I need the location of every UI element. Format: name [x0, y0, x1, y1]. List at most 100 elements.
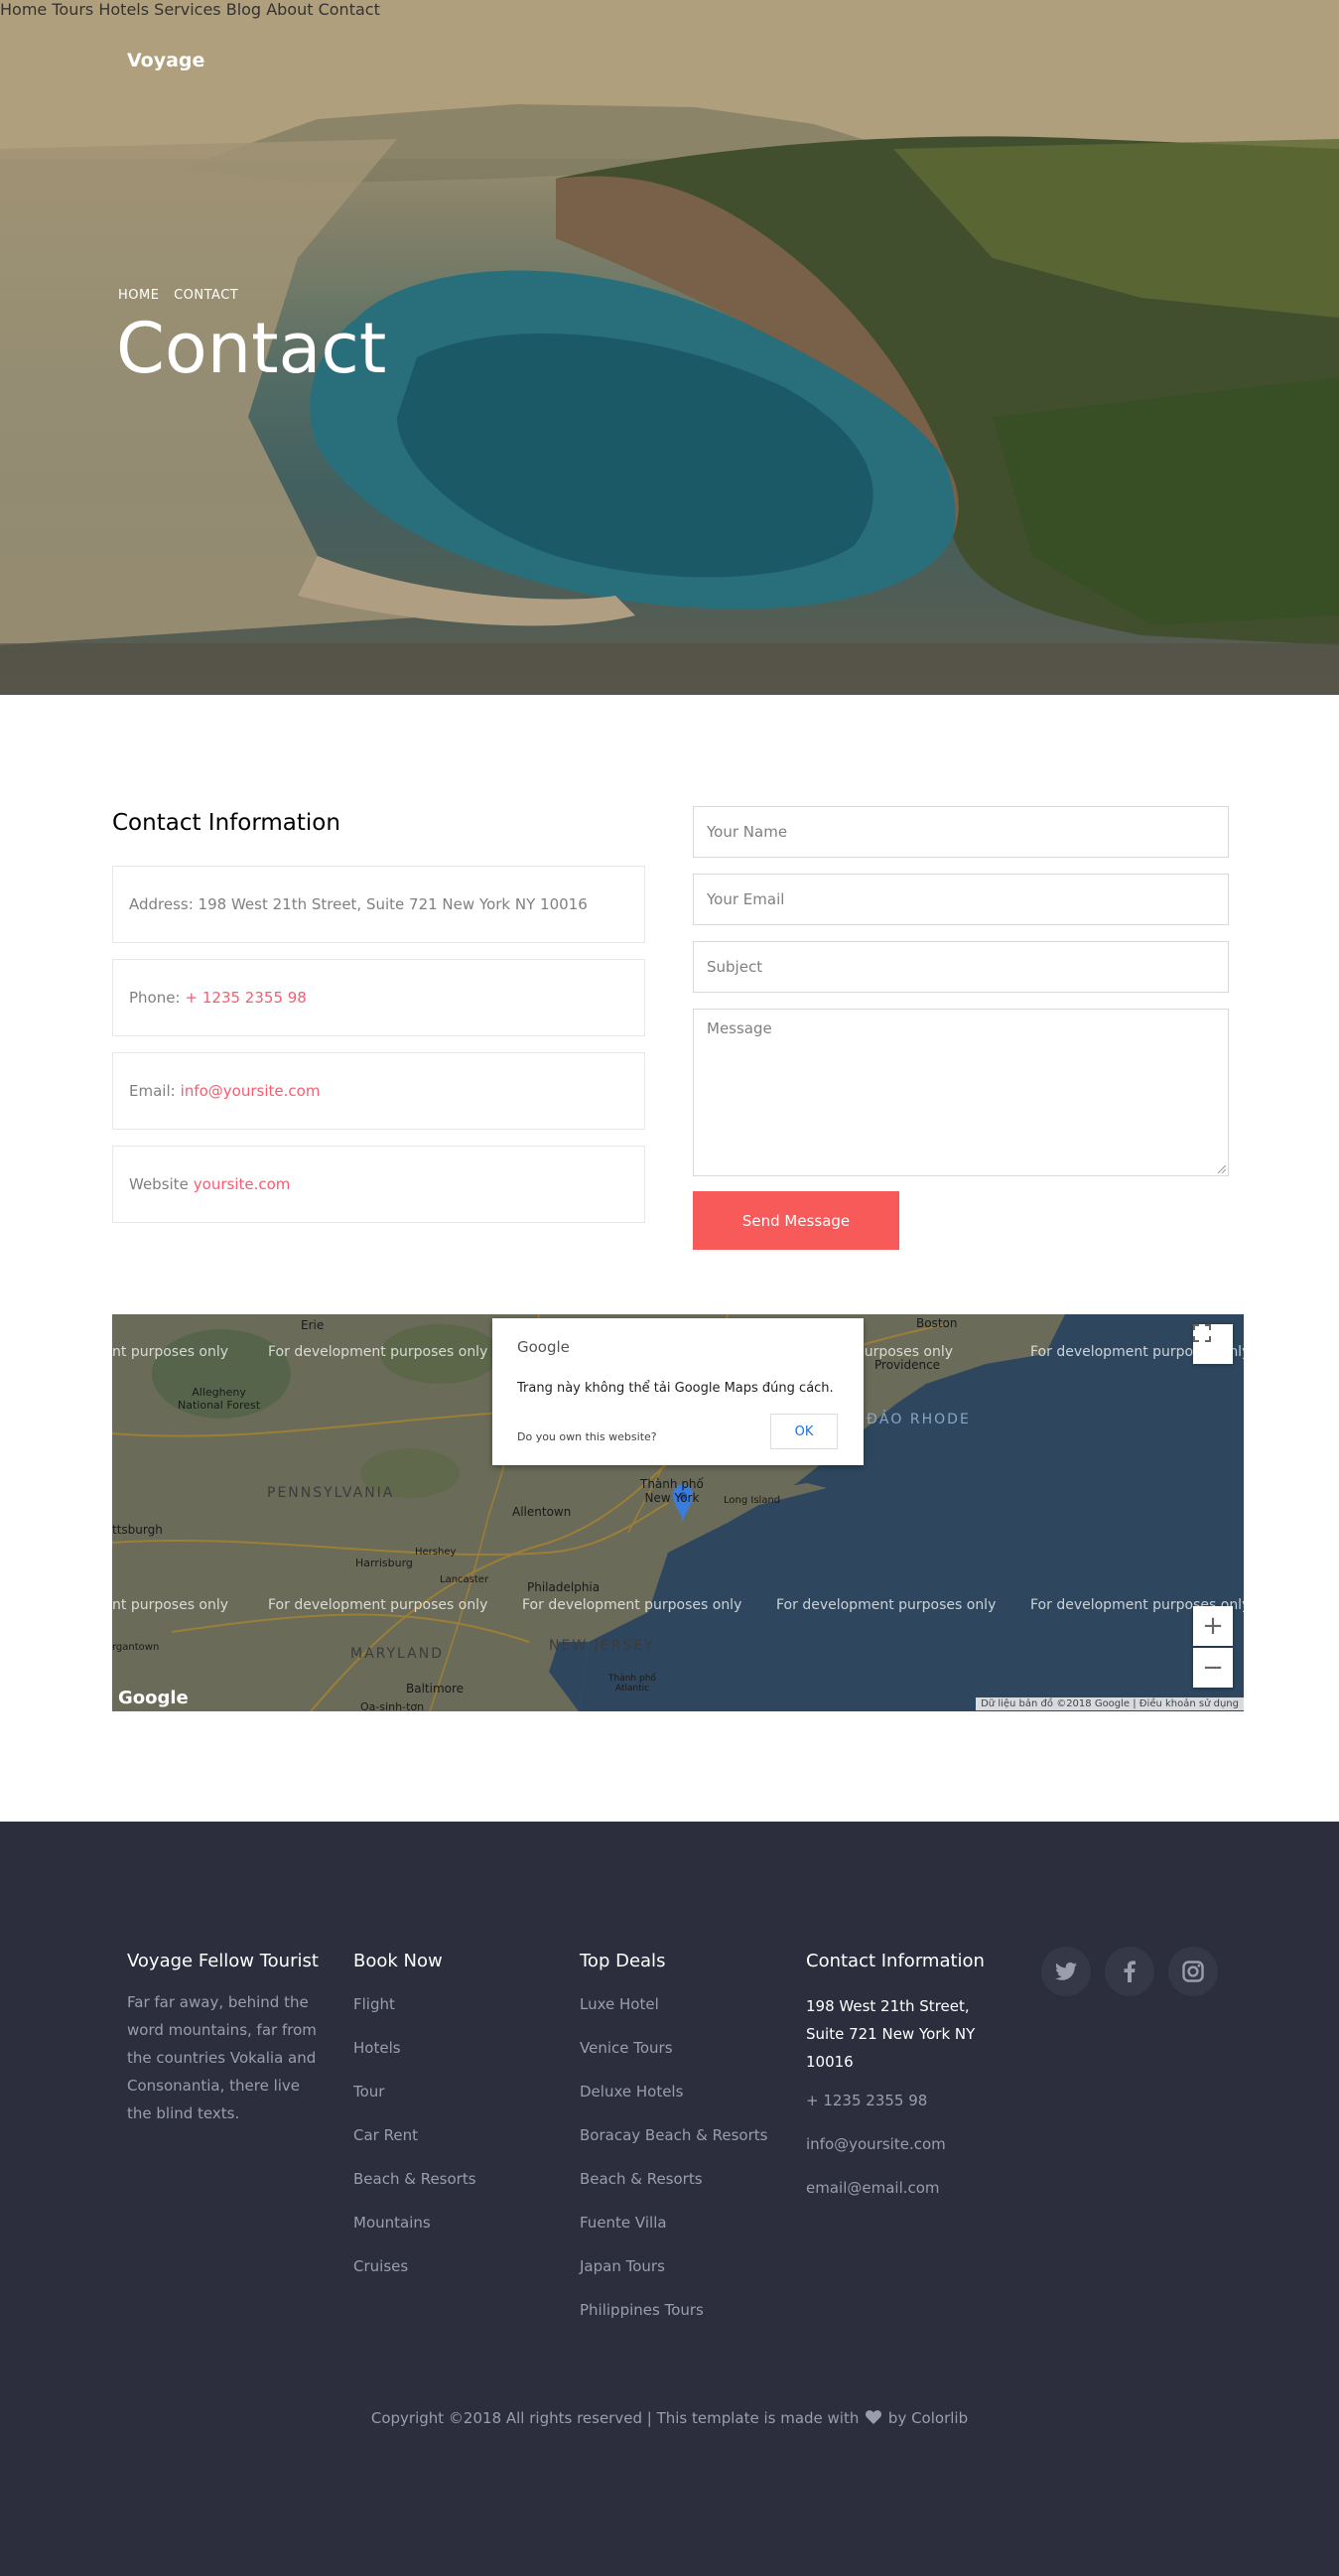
map-label-new-jersey: NEW JERSEY: [549, 1638, 655, 1654]
map-label-long-island: Long Island: [724, 1495, 781, 1506]
email-label: Email:: [129, 1082, 176, 1100]
footer-top-deals-title: Top Deals: [580, 1951, 666, 1971]
footer-email-link-2[interactable]: email@email.com: [806, 2179, 940, 2197]
website-label: Website: [129, 1175, 189, 1193]
footer-link-hotels[interactable]: Hotels: [353, 2039, 401, 2057]
copyright: Copyright ©2018 All rights reserved | Th…: [0, 2409, 1339, 2427]
footer-link-mountains[interactable]: Mountains: [353, 2214, 431, 2232]
dev-watermark: For development purposes only: [776, 1597, 997, 1613]
nav-item-services[interactable]: Services: [154, 0, 220, 19]
footer-link-beach-resorts-2[interactable]: Beach & Resorts: [580, 2170, 703, 2188]
dialog-message: Trang này không thể tải Google Maps đúng…: [517, 1381, 834, 1396]
page-title: Contact: [116, 308, 387, 389]
nav-item-blog[interactable]: Blog: [226, 0, 261, 19]
footer-link-deluxe-hotels[interactable]: Deluxe Hotels: [580, 2083, 683, 2101]
dev-watermark: nt purposes only: [112, 1597, 229, 1613]
nav-item-hotels[interactable]: Hotels: [98, 0, 149, 19]
footer-contact-title: Contact Information: [806, 1951, 985, 1971]
dev-watermark: For development purposes only: [268, 1344, 488, 1360]
zoom-out-button[interactable]: −: [1193, 1648, 1233, 1688]
dialog-ok-button[interactable]: OK: [770, 1414, 838, 1449]
map-label-new-york: Thành phố New York: [640, 1477, 704, 1505]
map-label-erie: Erie: [301, 1318, 325, 1332]
nav-item-home[interactable]: Home: [0, 0, 47, 19]
breadcrumb-home[interactable]: HOME: [118, 288, 159, 303]
dialog-own-site-link[interactable]: Do you own this website?: [517, 1430, 657, 1443]
email-placeholder: Your Email: [707, 890, 785, 908]
footer-link-beach-resorts[interactable]: Beach & Resorts: [353, 2170, 476, 2188]
footer-email-link[interactable]: info@yoursite.com: [806, 2135, 946, 2153]
instagram-icon: [1182, 1961, 1204, 1982]
phone-link[interactable]: + 1235 2355 98: [186, 989, 307, 1007]
dev-watermark: nt purposes only: [112, 1344, 229, 1360]
footer-link-car-rent[interactable]: Car Rent: [353, 2126, 418, 2144]
map-label-rhode-island: ĐẢO RHODE: [867, 1412, 971, 1427]
map-label-maryland: MARYLAND: [350, 1646, 444, 1662]
nav-item-about[interactable]: About: [266, 0, 313, 19]
website-link[interactable]: yoursite.com: [194, 1175, 291, 1193]
email-input[interactable]: Your Email: [693, 874, 1229, 925]
map-label-washington: Oa-sinh-tơn: [360, 1700, 425, 1711]
map-attribution[interactable]: Dữ liệu bản đồ ©2018 Google | Điều khoản…: [976, 1697, 1244, 1710]
phone-label: Phone:: [129, 989, 181, 1007]
footer-book-now-title: Book Now: [353, 1951, 443, 1971]
send-message-button[interactable]: Send Message: [693, 1191, 899, 1250]
google-map-logo[interactable]: Google: [118, 1688, 189, 1708]
map-label-hershey: Hershey: [415, 1547, 457, 1558]
map-label-boston: Boston: [916, 1316, 958, 1330]
footer-link-venice-tours[interactable]: Venice Tours: [580, 2039, 673, 2057]
map-label-providence: Providence: [874, 1358, 941, 1372]
name-placeholder: Your Name: [707, 823, 788, 841]
facebook-button[interactable]: [1105, 1947, 1154, 1996]
map-label-pennsylvania: PENNSYLVANIA: [267, 1485, 395, 1501]
subject-input[interactable]: Subject: [693, 941, 1229, 993]
hero-banner: Voyage Home Tours Hotels Services Blog A…: [0, 0, 1339, 695]
website-box: Website yoursite.com: [112, 1146, 645, 1223]
name-input[interactable]: Your Name: [693, 806, 1229, 858]
footer-link-boracay[interactable]: Boracay Beach & Resorts: [580, 2126, 767, 2144]
footer: Voyage Fellow Tourist Far far away, behi…: [0, 1822, 1339, 2576]
map-label-morgantown: rgantown: [112, 1642, 160, 1653]
fullscreen-button[interactable]: [1193, 1324, 1233, 1364]
footer-link-japan-tours[interactable]: Japan Tours: [580, 2257, 665, 2275]
copyright-text: Copyright ©2018 All rights reserved | Th…: [370, 2409, 860, 2427]
footer-link-luxe-hotel[interactable]: Luxe Hotel: [580, 1995, 659, 2013]
map-error-dialog: Google Trang này không thể tải Google Ma…: [492, 1318, 864, 1465]
heart-icon: [866, 2410, 882, 2424]
map-label-allegheny: Allegheny National Forest: [178, 1386, 261, 1412]
zoom-in-button[interactable]: +: [1193, 1606, 1233, 1646]
footer-about-title: Voyage Fellow Tourist: [127, 1951, 319, 1971]
footer-phone-link[interactable]: + 1235 2355 98: [806, 2092, 927, 2109]
instagram-button[interactable]: [1168, 1947, 1218, 1996]
nav-item-tours[interactable]: Tours: [52, 0, 93, 19]
dialog-google-logo: Google: [517, 1338, 570, 1356]
footer-link-fuente-villa[interactable]: Fuente Villa: [580, 2214, 667, 2232]
brand-logo[interactable]: Voyage: [127, 50, 204, 71]
email-link[interactable]: info@yoursite.com: [181, 1082, 321, 1100]
address-text: Address: 198 West 21th Street, Suite 721…: [129, 895, 588, 913]
twitter-button[interactable]: [1041, 1947, 1091, 1996]
footer-address: 198 West 21th Street, Suite 721 New York…: [806, 1997, 976, 2071]
map-label-pittsburgh: ttsburgh: [112, 1523, 163, 1537]
message-placeholder: Message: [707, 1019, 772, 1037]
footer-link-flight[interactable]: Flight: [353, 1995, 395, 2013]
map-label-lancaster: Lancaster: [440, 1574, 489, 1585]
dev-watermark: For development purposes only: [268, 1597, 488, 1613]
google-map[interactable]: Erie Boston Providence Allegheny Nationa…: [112, 1314, 1244, 1711]
phone-box: Phone: + 1235 2355 98: [112, 959, 645, 1036]
map-label-harrisburg: Harrisburg: [355, 1557, 413, 1569]
footer-link-tour[interactable]: Tour: [353, 2083, 384, 2101]
facebook-icon: [1124, 1961, 1136, 1982]
nav-item-contact[interactable]: Contact: [319, 0, 380, 19]
resize-handle-icon[interactable]: [1218, 1165, 1226, 1173]
footer-link-philippines-tours[interactable]: Philippines Tours: [580, 2301, 704, 2319]
top-navbar: Voyage Home Tours Hotels Services Blog A…: [0, 0, 1339, 124]
colorlib-link[interactable]: by Colorlib: [888, 2409, 968, 2427]
breadcrumb: HOME CONTACT: [118, 288, 248, 303]
map-label-baltimore: Baltimore: [406, 1682, 465, 1695]
message-textarea[interactable]: Message: [693, 1009, 1229, 1176]
fullscreen-icon: [1193, 1324, 1211, 1342]
email-box: Email: info@yoursite.com: [112, 1052, 645, 1130]
dev-watermark: For development purposes only: [522, 1597, 742, 1613]
footer-link-cruises[interactable]: Cruises: [353, 2257, 408, 2275]
